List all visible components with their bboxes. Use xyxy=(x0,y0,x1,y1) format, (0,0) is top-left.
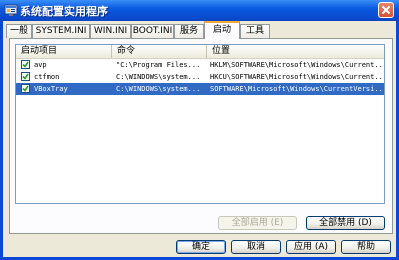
item-name: avp xyxy=(34,61,47,69)
checkmark-icon xyxy=(22,73,29,80)
disable-all-button[interactable]: 全部禁用 (D) xyxy=(306,216,385,230)
item-location: HKCU\SOFTWARE\Microsoft\Windows\Current.… xyxy=(210,73,384,81)
item-name: VBoxTray xyxy=(34,85,68,93)
item-name: ctfmon xyxy=(34,73,60,81)
enable-checkbox[interactable] xyxy=(21,84,30,93)
column-location[interactable]: 位置 xyxy=(207,45,384,58)
item-command: C:\WINDOWS\system... xyxy=(116,73,201,81)
tab-startup[interactable]: 启动 xyxy=(204,21,240,39)
title-bar[interactable]: 系统配置实用程序 xyxy=(0,0,399,21)
column-startup-item[interactable]: 启动项目 xyxy=(16,45,112,58)
close-icon xyxy=(381,5,391,15)
ok-button[interactable]: 确定 xyxy=(176,240,226,254)
item-location: SOFTWARE\Microsoft\Windows\CurrentVersi.… xyxy=(210,85,384,93)
tab-system-ini[interactable]: SYSTEM.INI xyxy=(32,24,90,38)
startup-list[interactable]: 启动项目 命令 位置 avp "C:\Program Files... HKLM… xyxy=(15,44,385,204)
item-location: HKLM\SOFTWARE\Microsoft\Windows\Current.… xyxy=(210,61,384,69)
list-item-selected[interactable]: VBoxTray C:\WINDOWS\system... SOFTWARE\M… xyxy=(16,83,384,95)
apply-button[interactable]: 应用 (A) xyxy=(286,240,336,254)
system-config-icon xyxy=(4,4,18,16)
item-command: "C:\Program Files... xyxy=(116,61,201,69)
list-header: 启动项目 命令 位置 xyxy=(16,45,384,59)
startup-panel: 启动项目 命令 位置 avp "C:\Program Files... HKLM… xyxy=(9,38,393,234)
cancel-button[interactable]: 取消 xyxy=(231,240,281,254)
window-title: 系统配置实用程序 xyxy=(20,5,108,18)
enable-checkbox[interactable] xyxy=(21,72,30,81)
item-command: C:\WINDOWS\system... xyxy=(116,85,201,93)
enable-all-button[interactable]: 全部启用 (E) xyxy=(218,216,297,230)
help-button[interactable]: 帮助 xyxy=(341,240,391,254)
tab-boot-ini[interactable]: BOOT.INI xyxy=(131,24,174,38)
checkmark-icon xyxy=(22,85,29,92)
msconfig-window: 系统配置实用程序 一般 SYSTEM.INI WIN.INI BOOT.INI … xyxy=(0,0,399,260)
tab-tools[interactable]: 工具 xyxy=(240,24,270,38)
column-command[interactable]: 命令 xyxy=(112,45,207,58)
close-button[interactable] xyxy=(378,2,394,18)
list-item[interactable]: ctfmon C:\WINDOWS\system... HKCU\SOFTWAR… xyxy=(16,71,384,83)
enable-checkbox[interactable] xyxy=(21,60,30,69)
list-item[interactable]: avp "C:\Program Files... HKLM\SOFTWARE\M… xyxy=(16,59,384,71)
tab-general[interactable]: 一般 xyxy=(6,24,32,38)
checkmark-icon xyxy=(22,61,29,68)
tab-services[interactable]: 服务 xyxy=(174,24,204,38)
tab-win-ini[interactable]: WIN.INI xyxy=(90,24,131,38)
